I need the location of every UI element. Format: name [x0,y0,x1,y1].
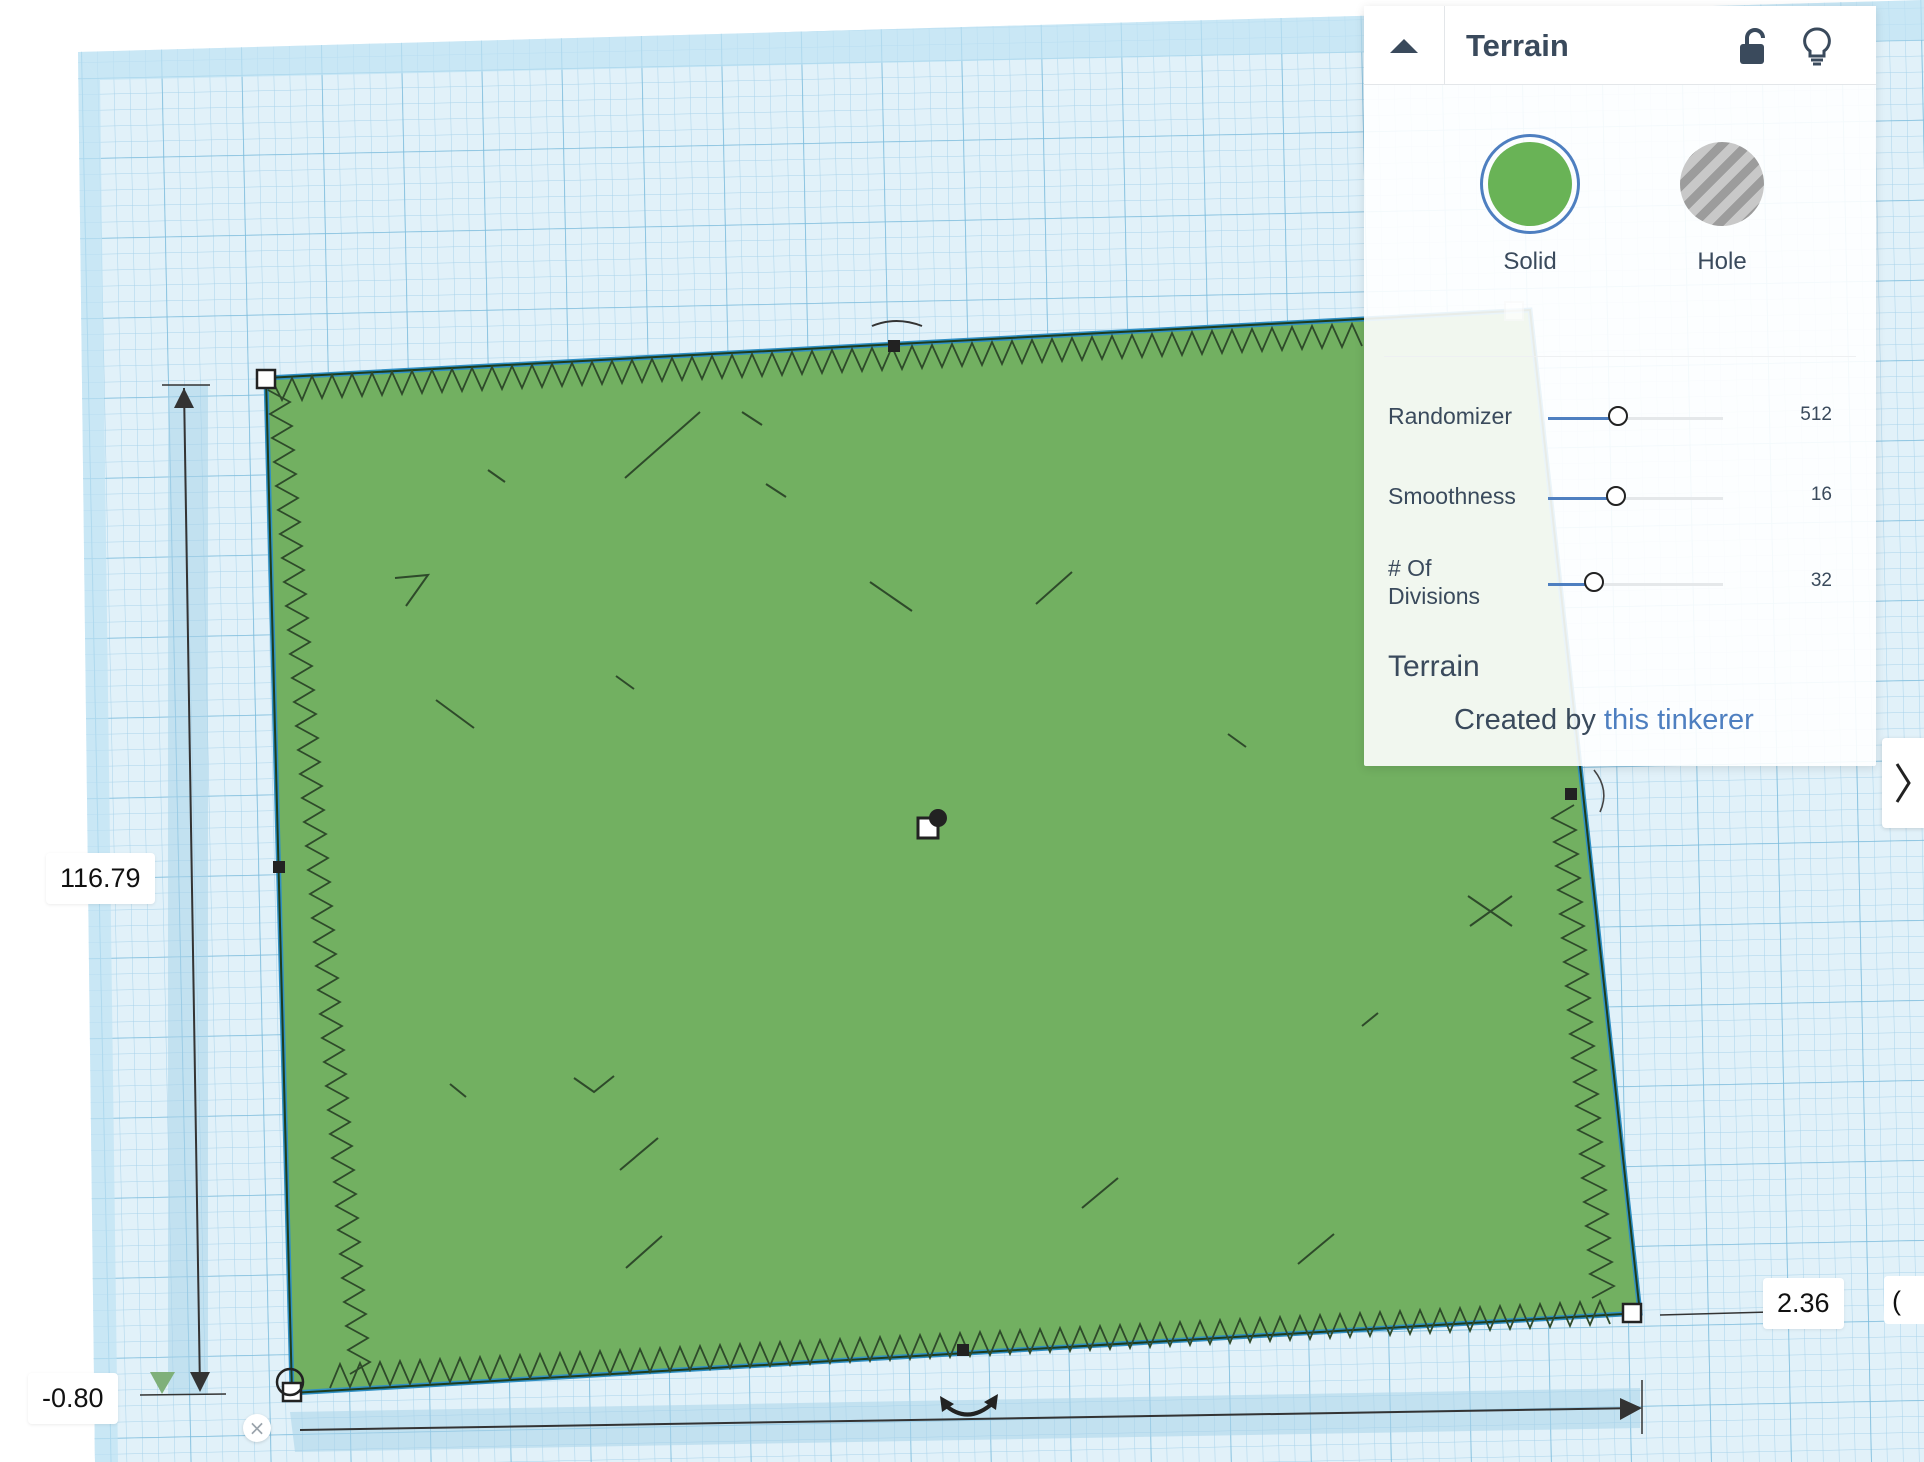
chevron-right-icon [1895,763,1911,803]
randomizer-slider[interactable] [1548,406,1723,426]
unlock-icon[interactable] [1738,28,1768,66]
divisions-slider[interactable] [1548,572,1723,592]
height-dimension-label[interactable]: 116.79 [46,853,155,904]
shape-name: Terrain [1388,650,1480,683]
param-value[interactable]: 32 [1811,570,1832,592]
shape-inspector-panel: Terrain Solid Hole Randomizer 512 Smooth… [1364,6,1876,766]
elevation-dimension-label[interactable]: -0.80 [28,1373,118,1424]
param-divisions: # Of Divisions 32 [1388,554,1858,614]
param-smoothness: Smoothness 16 [1388,468,1858,528]
corner-handle-top-left[interactable] [255,368,277,390]
collapse-button[interactable] [1364,6,1445,84]
slider-knob[interactable] [1606,486,1626,506]
slider-knob[interactable] [1608,406,1628,426]
height-dimension-bar [168,385,208,1395]
panel-divider [1384,356,1856,357]
edge-handle-left[interactable] [273,861,285,873]
hole-label: Hole [1697,248,1747,275]
param-value[interactable]: 16 [1811,484,1832,506]
hole-mode-option[interactable]: Hole [1662,134,1782,276]
hole-swatch-ring[interactable] [1672,134,1772,234]
panel-toggle-button[interactable] [1882,738,1924,828]
inspector-header: Terrain [1364,6,1876,85]
smoothness-slider[interactable] [1548,486,1723,506]
credit-line: Created by this tinkerer [1454,704,1754,737]
param-label: # Of Divisions [1388,555,1481,609]
lightbulb-icon[interactable] [1802,26,1832,66]
edge-handle-right[interactable] [1565,788,1577,800]
param-value[interactable]: 512 [1800,404,1832,426]
solid-color-swatch[interactable] [1488,142,1572,226]
slider-knob[interactable] [1584,572,1604,592]
viewport-3d[interactable]: 116.79 -0.80 2.36 ( × Terrain Solid Hole… [0,0,1924,1462]
partial-dimension-label[interactable]: ( [1884,1276,1924,1324]
inspector-title: Terrain [1466,28,1569,63]
corner-handle-bottom-right[interactable] [1621,1302,1643,1324]
close-icon[interactable]: × [243,1414,271,1442]
param-label: Smoothness [1388,483,1516,509]
edge-handle-top[interactable] [888,340,900,352]
solid-mode-option[interactable]: Solid [1470,134,1590,276]
width-dimension-label[interactable]: 2.36 [1763,1278,1844,1329]
solid-swatch-ring[interactable] [1480,134,1580,234]
credit-prefix: Created by [1454,704,1604,736]
chevron-up-icon [1390,39,1418,53]
hole-swatch[interactable] [1680,142,1764,226]
param-label: Randomizer [1388,403,1512,429]
edge-handle-bottom[interactable] [957,1344,969,1356]
param-randomizer: Randomizer 512 [1388,388,1858,448]
solid-label: Solid [1503,248,1557,275]
creator-link[interactable]: this tinkerer [1604,704,1754,736]
